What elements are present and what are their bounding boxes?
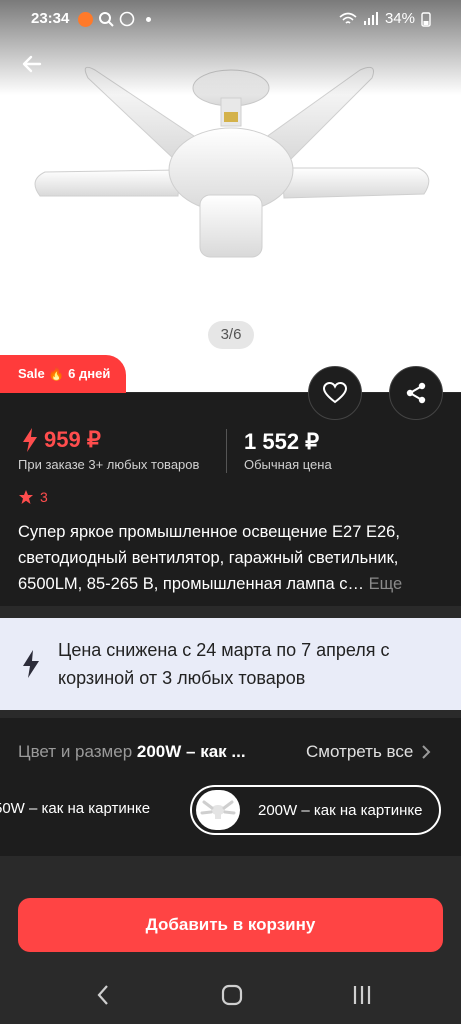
lightning-icon xyxy=(23,428,37,452)
variant-selected-value: 200W – как ... xyxy=(136,742,246,761)
wifi-icon xyxy=(339,12,357,24)
more-notifications-dot xyxy=(146,16,151,22)
nav-recents-icon[interactable] xyxy=(352,984,372,1006)
regular-price: 1 552 ₽ xyxy=(244,429,320,454)
promo-price-value: 959 ₽ xyxy=(44,427,101,452)
variant-option-selected[interactable]: 200W – как на картинке xyxy=(190,785,441,835)
rating-value: 3 xyxy=(40,489,48,505)
rating[interactable]: 3 xyxy=(18,489,48,505)
nav-home-icon[interactable] xyxy=(221,984,243,1006)
variant-thumbnail xyxy=(196,790,240,830)
promo-price: 959 ₽ xyxy=(22,427,101,453)
system-navigation-bar xyxy=(0,968,461,1024)
variant-label-row: Цвет и размер 200W – как ... xyxy=(18,742,246,762)
product-screen: 3/6 23:34 34% Sale 🔥 6 дней 959 ₽ При за xyxy=(0,0,461,1024)
sale-badge: Sale 🔥 6 дней xyxy=(0,355,126,393)
price-card: 959 ₽ При заказе 3+ любых товаров 1 552 … xyxy=(0,393,461,606)
promo-price-note: При заказе 3+ любых товаров xyxy=(18,457,200,472)
ceiling-fan-lamp-thumbnail xyxy=(200,800,236,819)
add-to-cart-button[interactable]: Добавить в корзину xyxy=(18,898,443,952)
arrow-left-icon xyxy=(22,55,42,73)
status-bar: 23:34 34% xyxy=(0,0,461,38)
product-title-text: Супер яркое промышленное освещение E27 E… xyxy=(18,523,400,593)
status-time: 23:34 xyxy=(31,10,70,27)
promo-text: Цена снижена с 24 марта по 7 апреля с ко… xyxy=(58,640,390,688)
see-all-label: Смотреть все xyxy=(306,742,414,761)
signal-icon xyxy=(363,11,378,25)
star-icon xyxy=(19,490,33,504)
status-right: 34% xyxy=(339,10,431,27)
whatsapp-icon xyxy=(119,11,135,27)
variant-option-label: 50W – как на картинке xyxy=(0,800,151,817)
see-all-link[interactable]: Смотреть все xyxy=(306,742,431,762)
nav-back-icon[interactable] xyxy=(96,984,110,1006)
gallery-counter: 3/6 xyxy=(208,321,254,349)
share-icon xyxy=(406,382,426,404)
lightning-icon xyxy=(23,650,39,678)
notification-icons xyxy=(78,11,151,27)
product-title[interactable]: Супер яркое промышленное освещение E27 E… xyxy=(18,519,446,597)
regular-price-note: Обычная цена xyxy=(244,457,332,472)
chevron-right-icon xyxy=(422,745,431,759)
share-button[interactable] xyxy=(389,366,443,420)
price-divider xyxy=(226,429,227,473)
product-image-gallery[interactable]: 3/6 xyxy=(0,0,461,392)
battery-icon xyxy=(421,11,431,27)
back-button[interactable] xyxy=(16,48,48,80)
variant-selector: Цвет и размер 200W – как ... Смотреть вс… xyxy=(0,718,461,856)
favorite-button[interactable] xyxy=(308,366,362,420)
variant-label: Цвет и размер xyxy=(18,742,133,761)
variant-option[interactable]: 50W – как на картинке xyxy=(0,800,150,817)
variant-option-label: 200W – как на картинке xyxy=(258,801,423,819)
more-link[interactable]: Еще xyxy=(369,575,403,593)
app-notification-icon xyxy=(78,11,93,27)
search-notification-icon xyxy=(99,12,114,27)
promo-banner[interactable]: Цена снижена с 24 марта по 7 апреля с ко… xyxy=(0,618,461,710)
battery-text: 34% xyxy=(384,10,415,27)
heart-icon xyxy=(323,382,347,404)
